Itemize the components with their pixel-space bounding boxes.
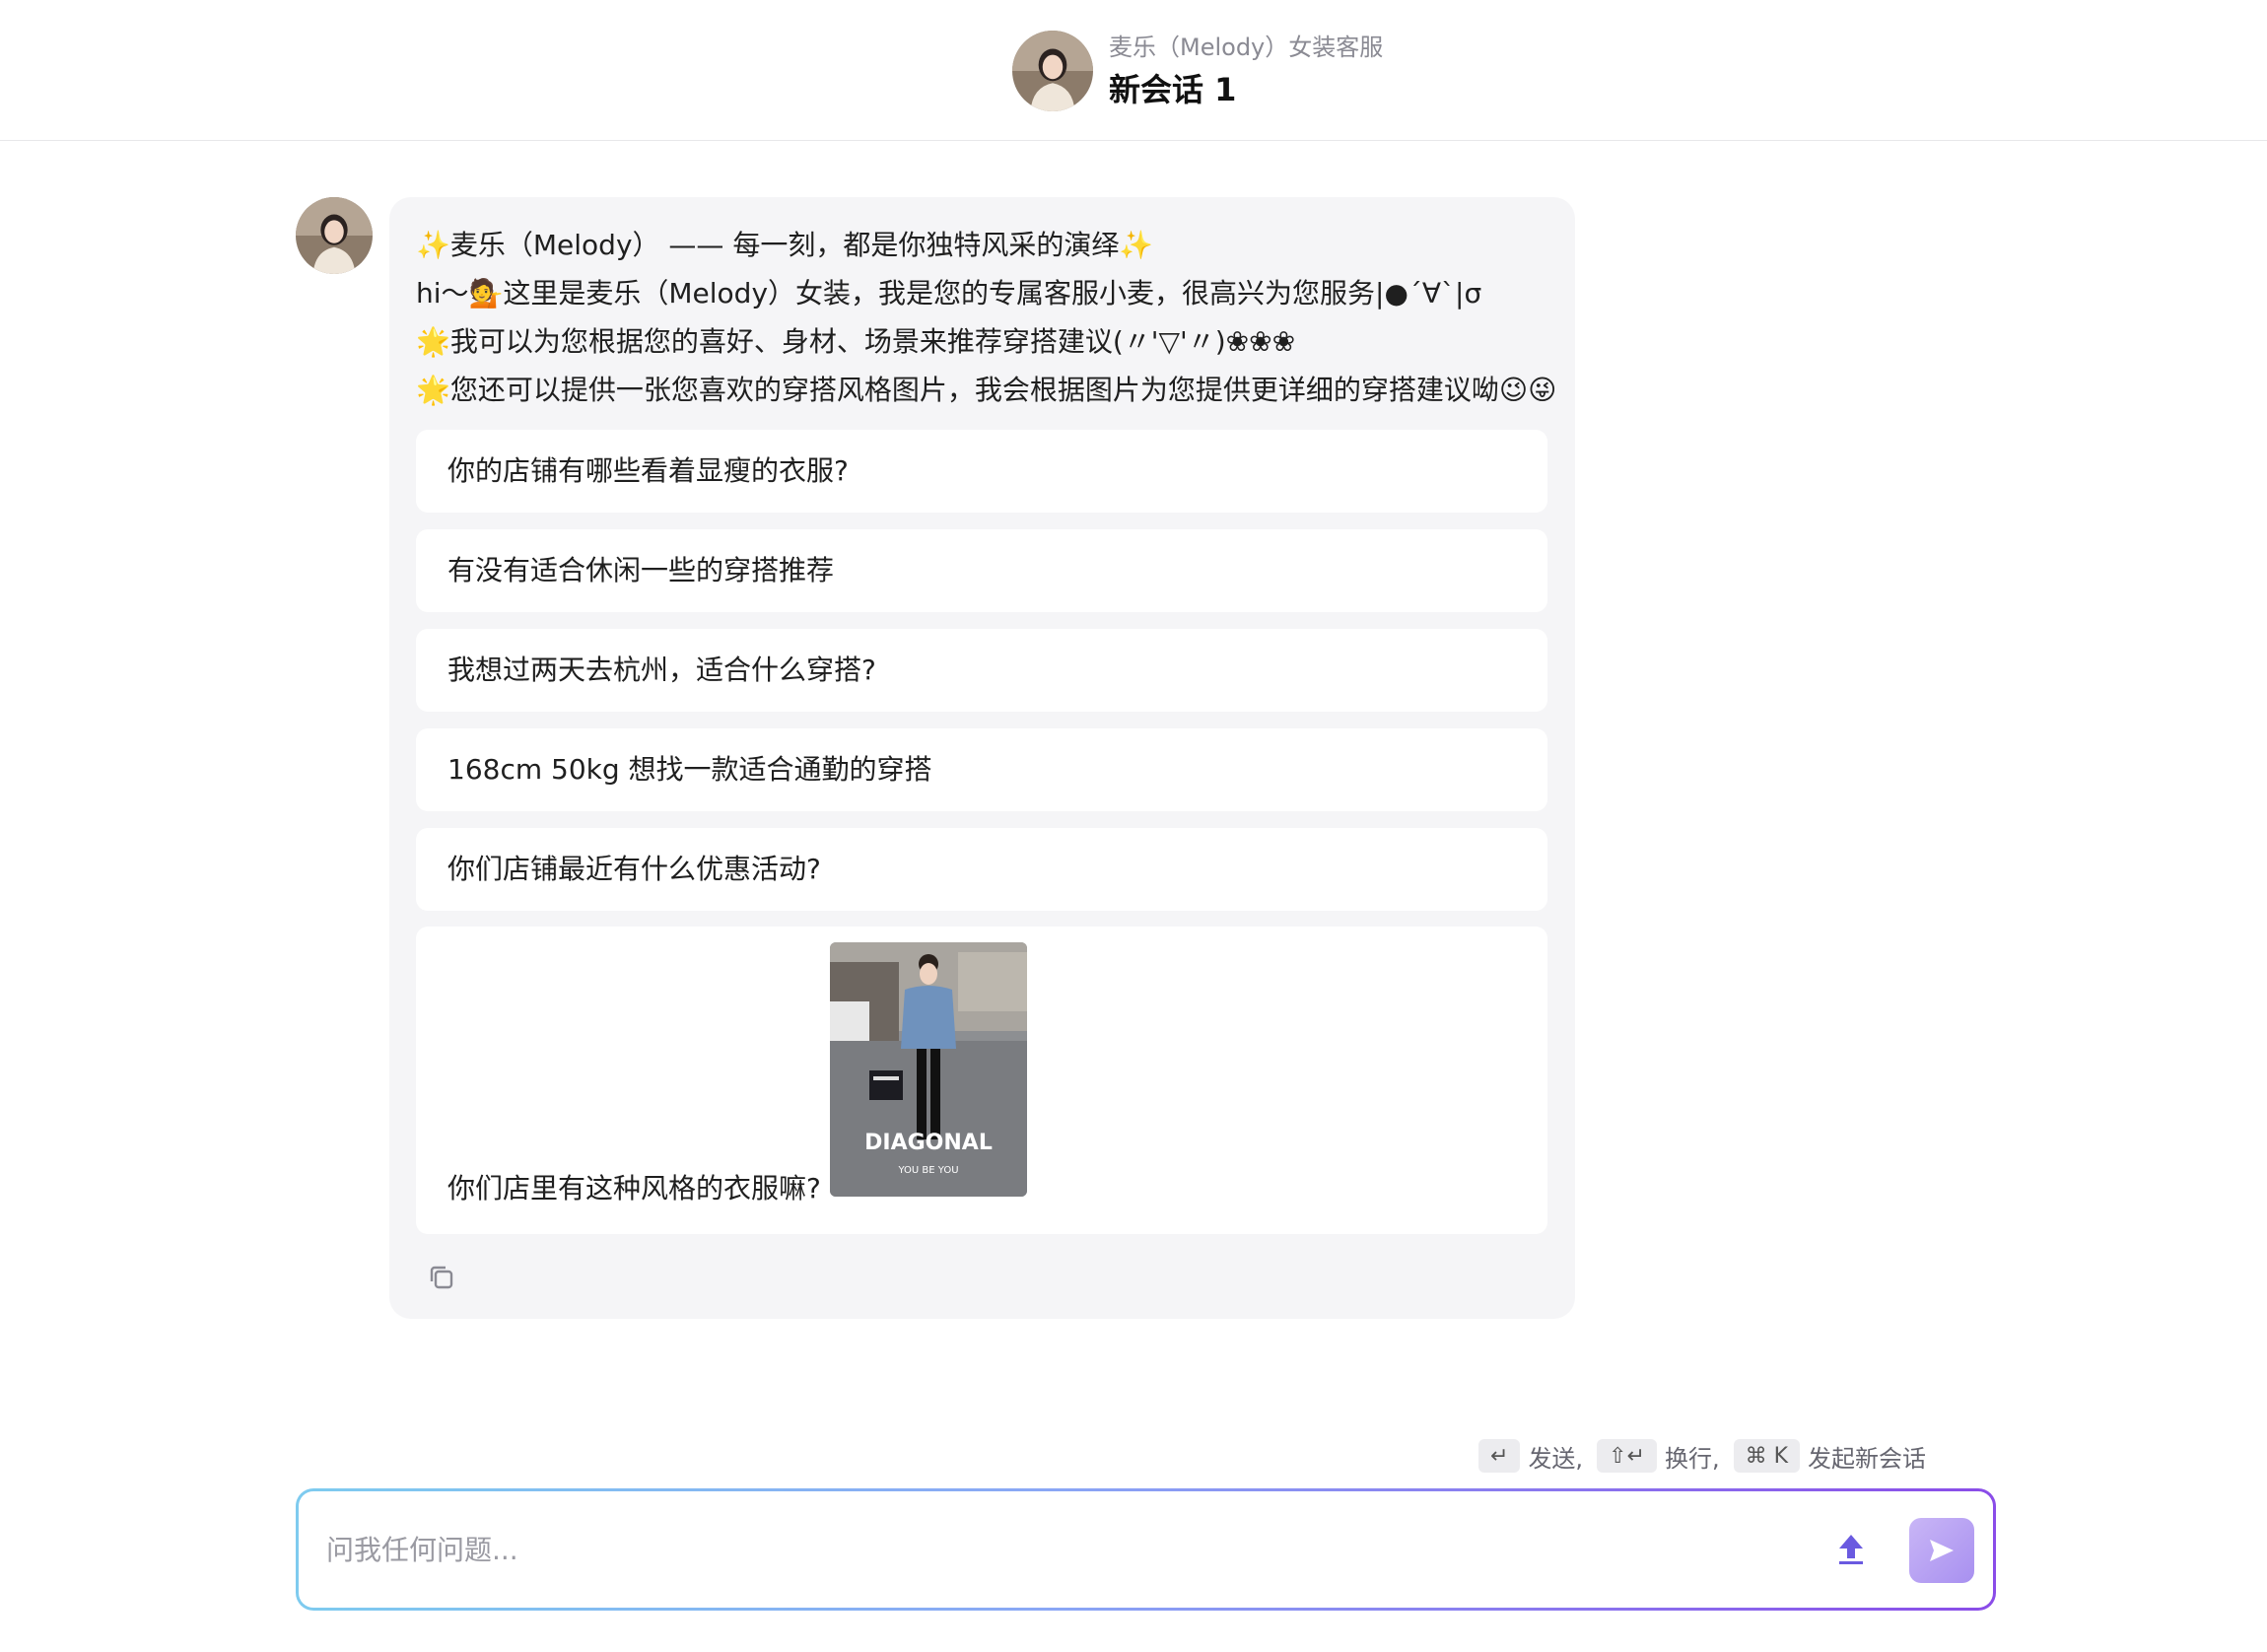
image-suggestion-item[interactable]: 你们店里有这种风格的衣服嘛? DIAGONAL YOU BE YOU — [416, 927, 1547, 1234]
new-chat-hint-label: 发起新会话 — [1808, 1444, 1927, 1473]
send-button[interactable] — [1909, 1518, 1974, 1583]
intro-line-1-text: 麦乐（Melody） —— 每一刻，都是你独特风采的演绎 — [449, 229, 1120, 261]
header-subtitle: 麦乐（Melody）女装客服 — [1109, 34, 1384, 61]
intro-line-1: ✨麦乐（Melody） —— 每一刻，都是你独特风采的演绎✨ — [416, 221, 1559, 269]
photo-subcaption: YOU BE YOU — [897, 1165, 958, 1176]
sparkle-icon: ✨ — [1119, 229, 1154, 261]
suggestion-item[interactable]: 你们店铺最近有什么优惠活动? — [416, 828, 1547, 911]
intro-text: ✨麦乐（Melody） —— 每一刻，都是你独特风采的演绎✨ hi～💁这里是麦乐… — [416, 221, 1559, 414]
header-info: 麦乐（Melody）女装客服 新会话 1 — [1012, 30, 1383, 112]
keyboard-hints: ↵ 发送, ⇧↵ 换行, ⌘ K 发起新会话 — [1478, 1439, 1940, 1473]
suggestion-item[interactable]: 有没有适合休闲一些的穿搭推荐 — [416, 529, 1547, 612]
glowing-star-icon: 🌟 — [416, 325, 450, 358]
intro-line-4-text: 您还可以提供一张您喜欢的穿搭风格图片，我会根据图片为您提供更详细的穿搭建议呦😉😜 — [449, 374, 1557, 406]
suggestion-item[interactable]: 我想过两天去杭州，适合什么穿搭? — [416, 629, 1547, 712]
image-suggestion-text: 你们店里有这种风格的衣服嘛? — [447, 1172, 821, 1205]
header-text: 麦乐（Melody）女装客服 新会话 1 — [1109, 30, 1383, 112]
cmd-k-key-badge: ⌘ K — [1733, 1439, 1801, 1473]
chat-input[interactable] — [326, 1491, 1805, 1608]
upload-icon[interactable] — [1831, 1529, 1871, 1568]
chat-header: 麦乐（Melody）女装客服 新会话 1 — [0, 0, 2267, 141]
suggestion-item[interactable]: 168cm 50kg 想找一款适合通勤的穿搭 — [416, 728, 1547, 811]
chat-input-box — [296, 1488, 1996, 1611]
send-icon — [1930, 1540, 1954, 1561]
message-avatar — [296, 197, 373, 274]
enter-key-badge: ↵ — [1478, 1439, 1521, 1473]
intro-line-4: 🌟您还可以提供一张您喜欢的穿搭风格图片，我会根据图片为您提供更详细的穿搭建议呦😉… — [416, 366, 1559, 414]
sparkle-icon: ✨ — [416, 229, 450, 261]
shift-enter-key-badge: ⇧↵ — [1597, 1439, 1657, 1473]
copy-icon[interactable] — [424, 1260, 459, 1295]
send-hint-label: 发送, — [1528, 1444, 1584, 1473]
suggestion-item[interactable]: 你的店铺有哪些看着显瘦的衣服? — [416, 430, 1547, 513]
assistant-avatar — [1012, 31, 1093, 111]
intro-line-3: 🌟我可以为您根据您的喜好、身材、场景来推荐穿搭建议(〃'▽'〃)❀❀❀ — [416, 317, 1559, 366]
photo-caption: DIAGONAL — [864, 1131, 993, 1155]
glowing-star-icon: 🌟 — [416, 374, 450, 406]
intro-line-3-text: 我可以为您根据您的喜好、身材、场景来推荐穿搭建议(〃'▽'〃)❀❀❀ — [449, 325, 1296, 358]
newline-hint-label: 换行, — [1664, 1444, 1720, 1473]
intro-line-2: hi～💁这里是麦乐（Melody）女装，我是您的专属客服小麦，很高兴为您服务|●… — [416, 277, 1482, 310]
session-title: 新会话 1 — [1109, 71, 1237, 108]
chat-input-inner — [299, 1491, 1993, 1608]
outfit-photo: DIAGONAL YOU BE YOU — [830, 942, 1027, 1197]
assistant-message-bubble: ✨麦乐（Melody） —— 每一刻，都是你独特风采的演绎✨ hi～💁这里是麦乐… — [389, 197, 1575, 1319]
